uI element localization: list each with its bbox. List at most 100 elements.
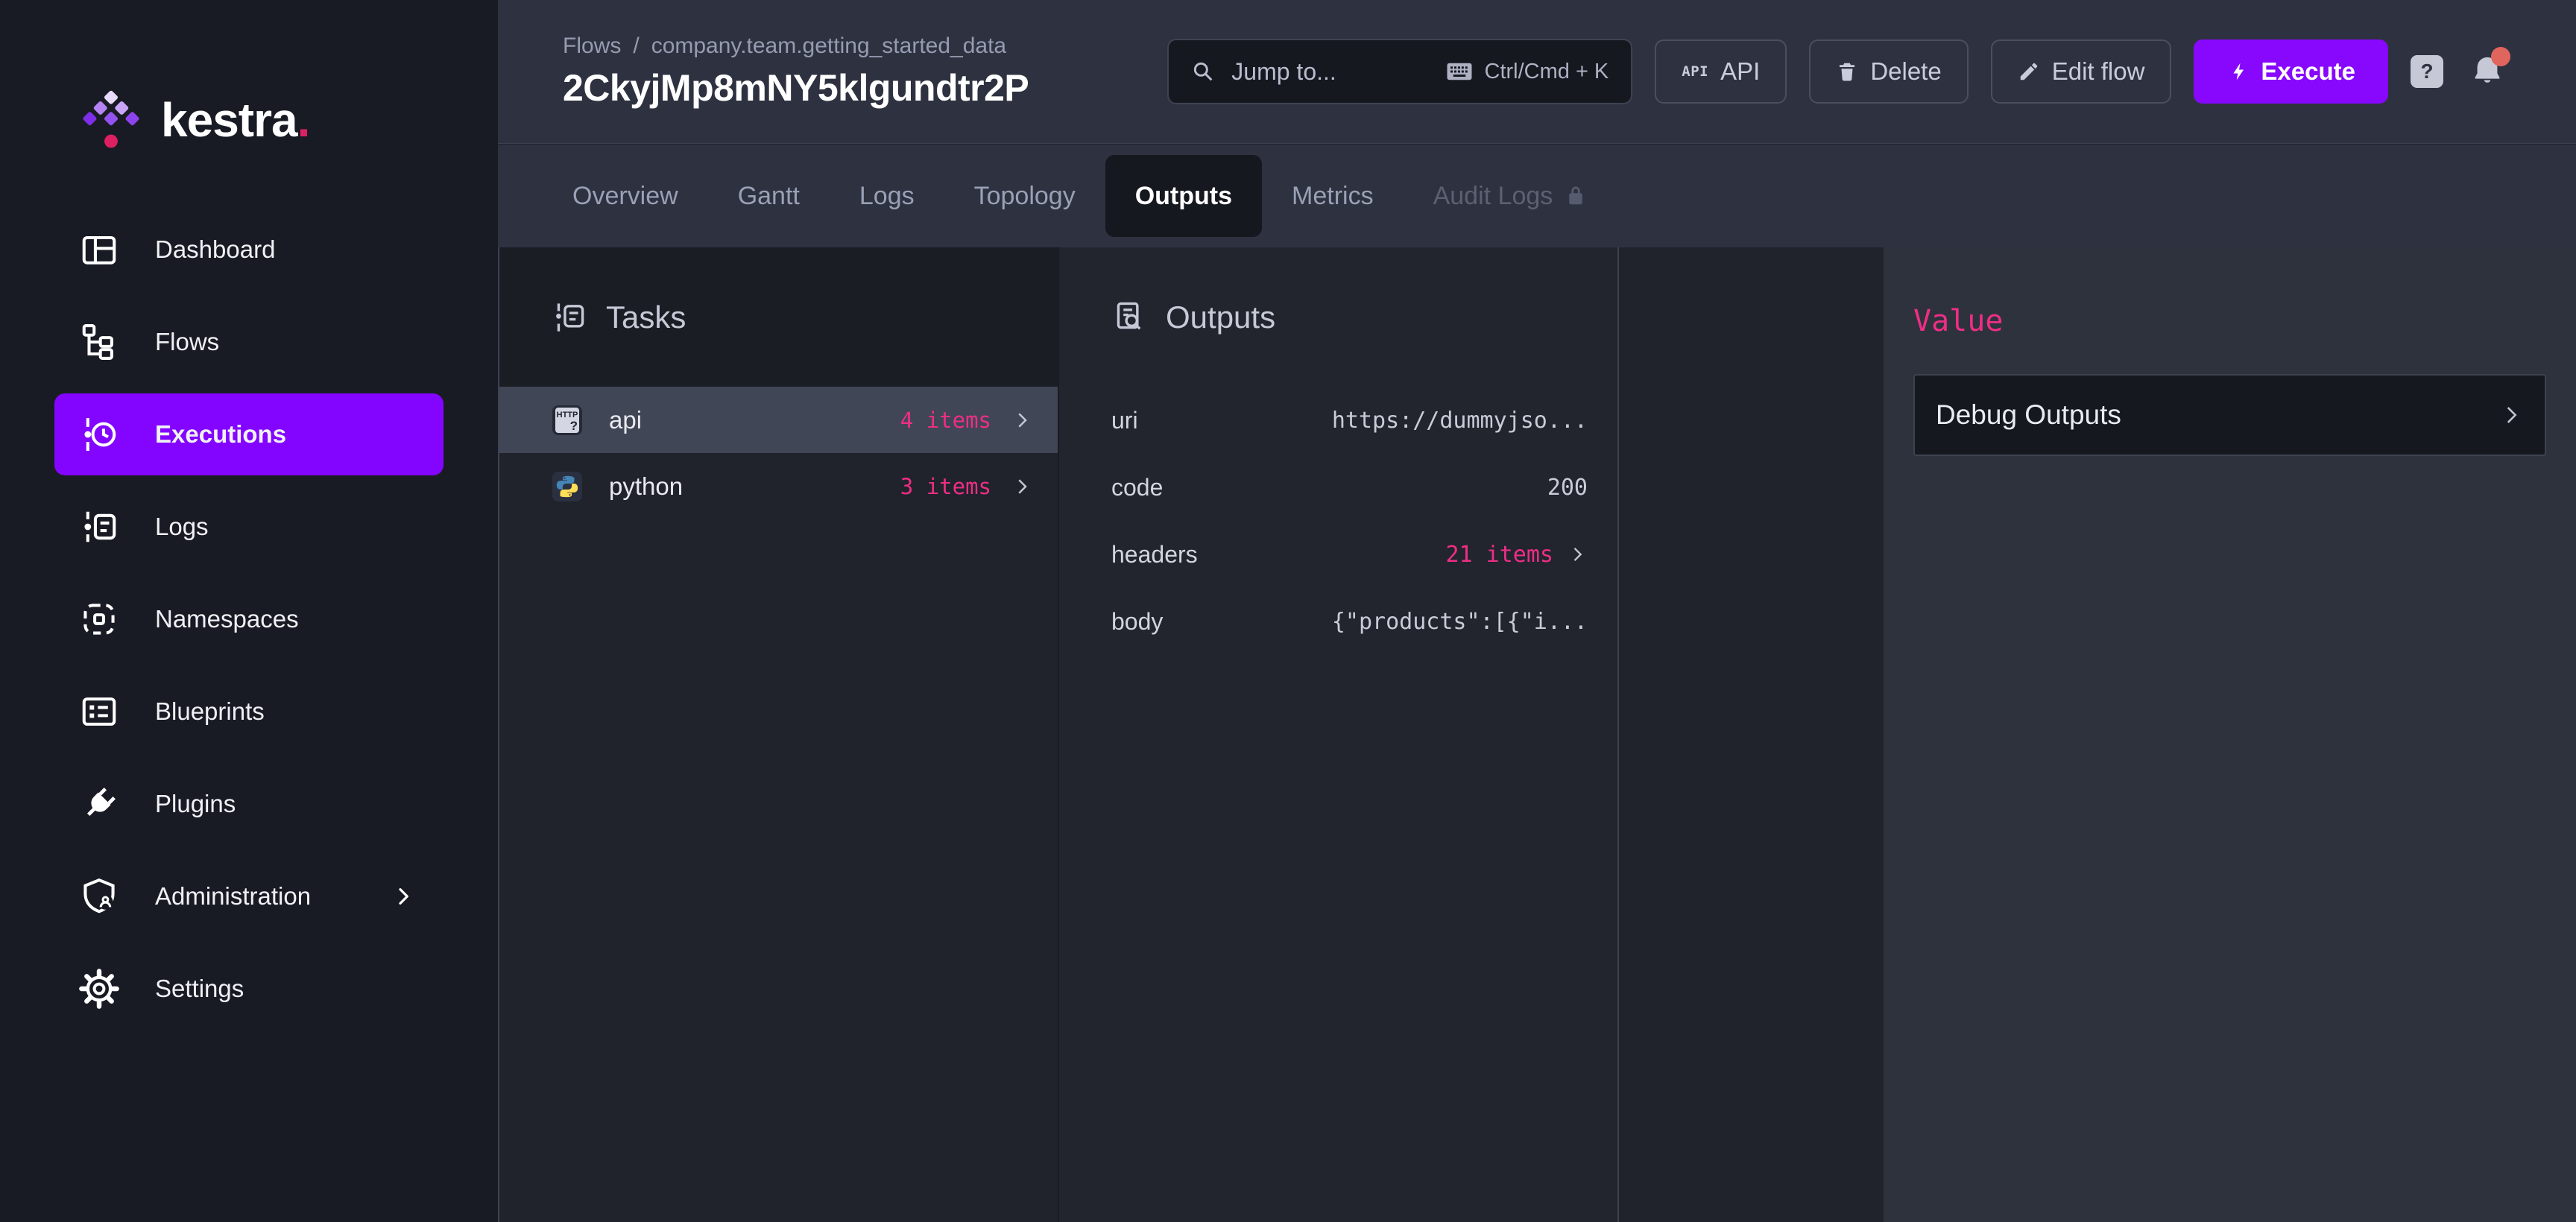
tab-logs[interactable]: Logs [830, 155, 944, 237]
outputs-icon [1112, 301, 1145, 334]
tasks-list: HTTP? api 4 items python 3 items [499, 387, 1058, 1222]
output-row-uri[interactable]: uri https://dummyjso... [1059, 387, 1617, 454]
sidebar-nav: Dashboard Flows Executions Logs Namespac… [54, 209, 443, 1030]
chevron-right-icon [2498, 402, 2524, 428]
drilldown-panel-empty [1619, 247, 1884, 1222]
sidebar-item-label: Namespaces [155, 605, 299, 633]
breadcrumb-namespace-link[interactable]: company.team.getting_started_data [651, 34, 1006, 59]
gear-icon [79, 969, 119, 1009]
breadcrumb-flows-link[interactable]: Flows [563, 34, 621, 59]
output-row-headers[interactable]: headers 21 items [1059, 521, 1617, 588]
tab-gantt[interactable]: Gantt [708, 155, 830, 237]
sidebar: kestra. Dashboard Flows Executions Logs [0, 0, 498, 1222]
output-value: https://dummyjso... [1331, 407, 1588, 434]
output-value: {"products":[{"i... [1331, 608, 1588, 635]
sidebar-item-executions[interactable]: Executions [54, 393, 443, 475]
dashboard-icon [79, 229, 119, 270]
delete-button[interactable]: Delete [1809, 39, 1969, 104]
api-button[interactable]: API API [1655, 39, 1787, 104]
trash-icon [1836, 60, 1858, 83]
task-row-api[interactable]: HTTP? api 4 items [499, 387, 1058, 453]
sidebar-item-dashboard[interactable]: Dashboard [54, 209, 443, 291]
outputs-panel-title: Outputs [1166, 299, 1276, 335]
chevron-right-icon [1567, 544, 1588, 565]
sidebar-item-settings[interactable]: Settings [54, 948, 443, 1030]
tasks-panel-title: Tasks [606, 299, 686, 335]
outputs-panel-header: Outputs [1059, 247, 1617, 387]
output-key: uri [1111, 406, 1138, 434]
task-items-count: 3 items [900, 473, 991, 499]
python-icon [552, 471, 582, 501]
outputs-view: Tasks HTTP? api 4 items python 3 items O… [498, 247, 2576, 1222]
topbar-icon-group: ? [2411, 47, 2510, 89]
lock-icon [1565, 185, 1587, 207]
executions-icon [79, 414, 119, 455]
topbar: Flows / company.team.getting_started_dat… [498, 0, 2576, 144]
sidebar-item-label: Administration [155, 882, 312, 910]
chevron-right-icon [1011, 409, 1033, 431]
tab-outputs[interactable]: Outputs [1105, 155, 1263, 237]
logs-icon [79, 507, 119, 547]
http-request-icon: HTTP? [552, 405, 582, 435]
breadcrumb-separator: / [633, 34, 640, 58]
value-panel-title: Value [1913, 304, 2004, 338]
notifications-bell[interactable] [2470, 47, 2510, 89]
page-heading: Flows / company.team.getting_started_dat… [563, 34, 1145, 110]
sidebar-item-label: Flows [155, 328, 220, 355]
notification-dot [2491, 47, 2510, 66]
bolt-icon [2226, 60, 2249, 83]
tasks-panel-header: Tasks [499, 247, 1058, 387]
output-row-code[interactable]: code 200 [1059, 454, 1617, 521]
search-icon [1191, 60, 1215, 83]
jump-to-search[interactable]: Jump to... Ctrl/Cmd + K [1167, 39, 1633, 104]
brand-name: kestra. [161, 93, 310, 147]
execute-button[interactable]: Execute [2194, 39, 2388, 104]
blueprints-icon [79, 691, 119, 732]
breadcrumb: Flows / company.team.getting_started_dat… [563, 34, 1145, 59]
outputs-panel: Outputs uri https://dummyjso... code 200… [1059, 247, 1617, 1222]
execution-tabs: Overview Gantt Logs Topology Outputs Met… [498, 145, 2576, 247]
kestra-logo[interactable]: kestra. [80, 88, 310, 152]
search-shortcut: Ctrl/Cmd + K [1446, 60, 1609, 84]
sidebar-item-label: Dashboard [155, 235, 276, 263]
keyboard-icon [1446, 62, 1473, 81]
namespaces-icon [79, 599, 119, 639]
debug-outputs-button[interactable]: Debug Outputs [1913, 374, 2546, 456]
output-key: headers [1111, 540, 1198, 568]
output-value: 200 [1547, 474, 1588, 501]
sidebar-item-administration[interactable]: Administration [54, 855, 443, 937]
task-items-count: 4 items [900, 407, 991, 433]
plugins-icon [79, 784, 119, 824]
task-row-python[interactable]: python 3 items [499, 453, 1058, 519]
sidebar-item-flows[interactable]: Flows [54, 301, 443, 383]
tab-audit-logs[interactable]: Audit Logs [1404, 155, 1617, 237]
sidebar-item-label: Executions [155, 420, 287, 448]
api-icon: API [1682, 63, 1709, 80]
tab-metrics[interactable]: Metrics [1262, 155, 1404, 237]
sidebar-item-blueprints[interactable]: Blueprints [54, 671, 443, 753]
task-name: python [609, 472, 684, 500]
chevron-right-icon [1011, 475, 1033, 498]
pencil-icon [2018, 60, 2040, 83]
tab-overview[interactable]: Overview [543, 155, 708, 237]
tab-topology[interactable]: Topology [944, 155, 1105, 237]
sidebar-item-namespaces[interactable]: Namespaces [54, 578, 443, 660]
sidebar-item-label: Settings [155, 975, 244, 1002]
search-placeholder: Jump to... [1231, 57, 1336, 85]
kestra-logo-icon [80, 88, 142, 152]
output-items-count: 21 items [1445, 541, 1554, 568]
task-name: api [609, 405, 643, 434]
sidebar-item-label: Plugins [155, 790, 236, 817]
tasks-panel: Tasks HTTP? api 4 items python 3 items [499, 247, 1058, 1222]
output-row-body[interactable]: body {"products":[{"i... [1059, 588, 1617, 655]
outputs-list: uri https://dummyjso... code 200 headers… [1059, 387, 1617, 1222]
sidebar-item-logs[interactable]: Logs [54, 486, 443, 568]
help-icon[interactable]: ? [2411, 55, 2443, 88]
administration-shield-icon [79, 876, 119, 916]
output-key: code [1111, 473, 1164, 501]
sidebar-item-plugins[interactable]: Plugins [54, 763, 443, 845]
sidebar-item-label: Logs [155, 513, 209, 540]
flows-icon [79, 322, 119, 362]
edit-flow-button[interactable]: Edit flow [1990, 39, 2172, 104]
execution-id-title: 2CkyjMp8mNY5klgundtr2P [563, 67, 1029, 109]
